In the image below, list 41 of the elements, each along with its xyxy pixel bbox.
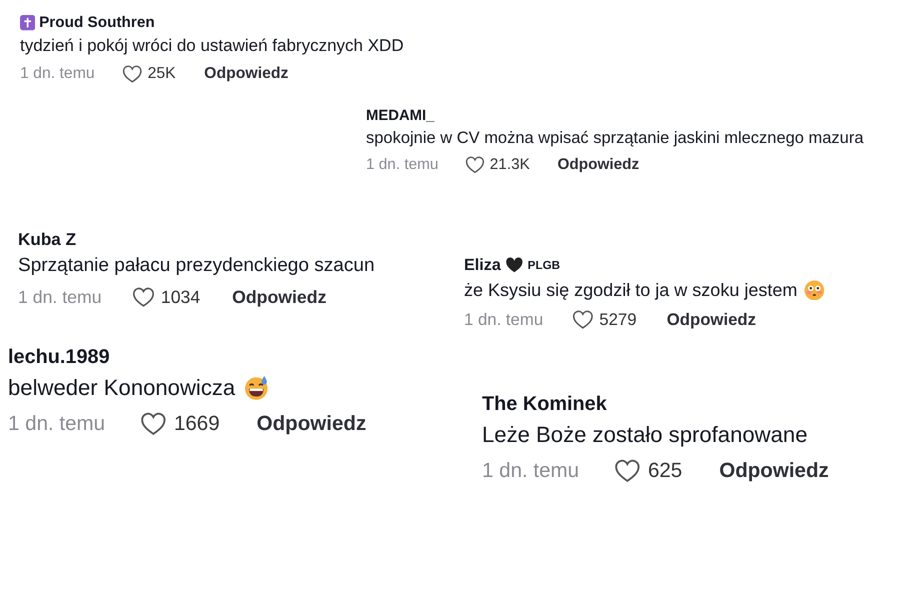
reply-link[interactable]: Odpowiedz [204,64,288,83]
comment-text: tydzień i pokój wróci do ustawień fabrycznych XDD [20,34,404,57]
comment-time: 1 dn. temu [366,156,438,174]
comment-text: Leże Boże zostało sprofanowane [482,420,808,449]
comment-text: że Ksysiu się zgodził to ja w szoku jestem [464,278,798,302]
author-name[interactable]: Eliza [464,256,501,275]
reply-link[interactable]: Odpowiedz [557,156,640,174]
reply-link[interactable]: Odpowiedz [719,458,829,483]
heart-outline-icon[interactable] [140,412,167,436]
cross-icon [20,15,36,31]
flushed-face-icon [804,280,824,300]
heart-outline-icon[interactable] [132,287,155,308]
like-count: 5279 [599,310,637,330]
author-name[interactable]: The Kominek [482,393,607,416]
like-count: 25K [148,64,176,83]
comment-time: 1 dn. temu [20,64,95,83]
author-tag: PLGB [528,259,560,272]
heart-icon [504,257,524,274]
comment-text: spokojnie w CV można wpisać sprzątanie jaskini mlecznego mazura [366,128,864,149]
reply-link[interactable]: Odpowiedz [256,412,366,436]
like-count: 1034 [160,286,200,308]
heart-outline-icon[interactable] [464,156,484,174]
author-name[interactable]: lechu.1989 [8,346,110,369]
grinning-sweat-icon [242,374,270,401]
reply-link[interactable]: Odpowiedz [666,310,756,330]
author-name[interactable]: Proud Southren [39,14,155,32]
heart-outline-icon[interactable] [614,458,641,482]
comment-time: 1 dn. temu [18,286,102,308]
comment-text: belweder Kononowicza [8,374,236,402]
comment-text: Sprzątanie pałacu prezydenckiego szacun [18,254,375,278]
like-count: 625 [648,458,682,483]
comment-time: 1 dn. temu [482,458,580,483]
reply-link[interactable]: Odpowiedz [232,286,326,308]
author-name[interactable]: Kuba Z [18,229,76,250]
like-count: 21.3K [490,156,530,174]
author-name[interactable]: MEDAMI_ [366,108,434,124]
heart-outline-icon[interactable] [122,64,142,83]
like-count: 1669 [174,412,220,436]
comment-time: 1 dn. temu [8,412,106,436]
heart-outline-icon[interactable] [572,310,594,330]
comment-time: 1 dn. temu [464,310,544,330]
